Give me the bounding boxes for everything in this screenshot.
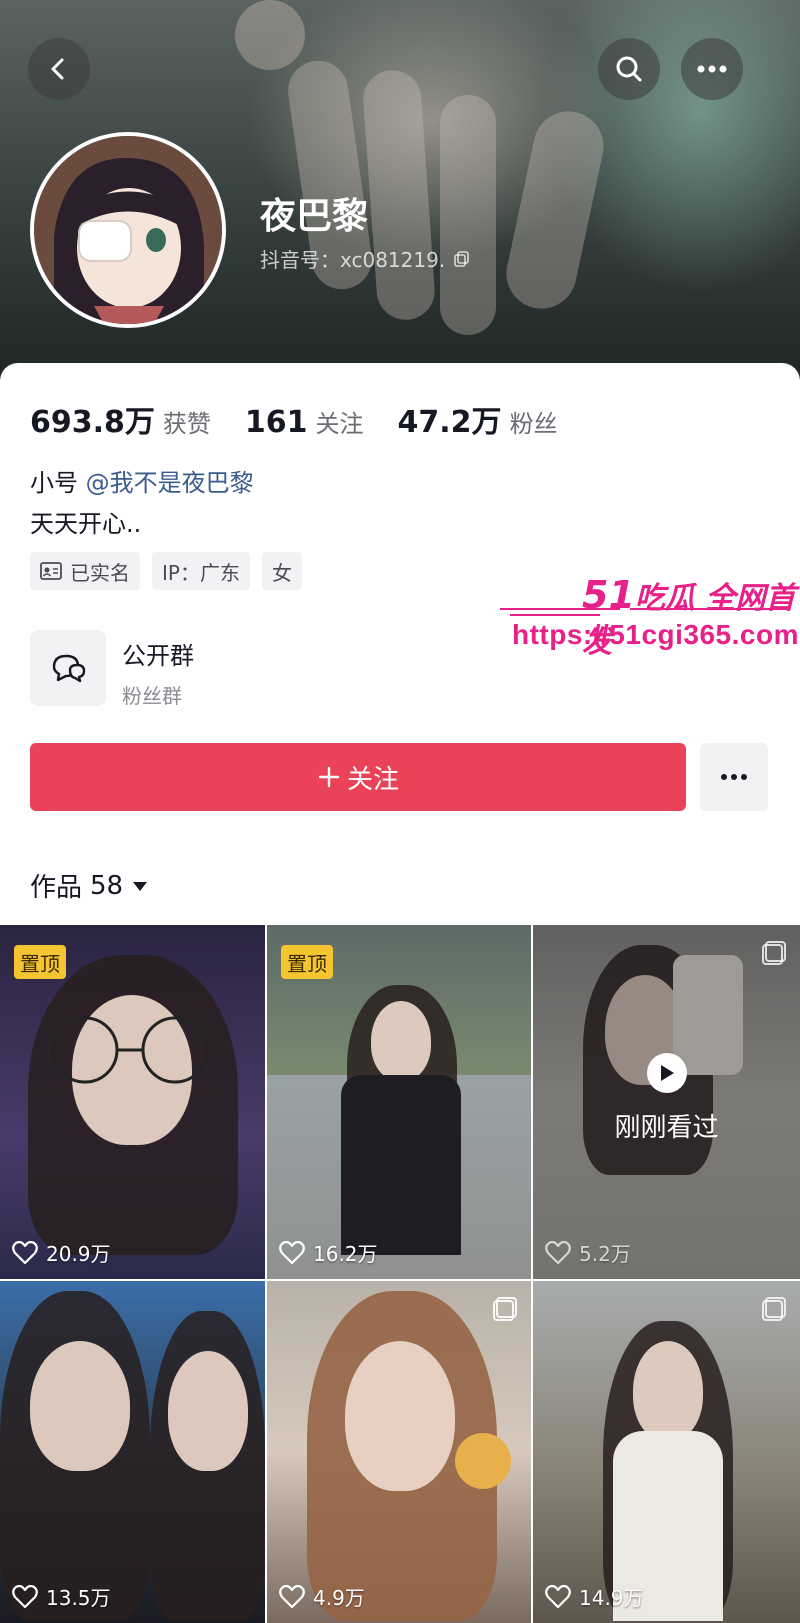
thumbnail-photo (341, 1075, 461, 1255)
pinned-badge: 置顶 (281, 945, 333, 979)
cover-photo-detail (499, 104, 611, 316)
watermark-url: https://51cgi365.com (512, 619, 799, 650)
heart-icon (279, 1584, 305, 1608)
plus-icon (318, 766, 340, 788)
thumbnail-photo (633, 1341, 703, 1441)
thumbnail-photo (168, 1351, 248, 1471)
mention-link[interactable]: @我不是夜巴黎 (86, 469, 254, 497)
follow-button[interactable]: 关注 (30, 743, 686, 811)
chevron-left-icon (51, 58, 64, 80)
video-thumbnail[interactable]: 14.9万 (533, 1281, 800, 1623)
id-card-icon (40, 562, 62, 580)
video-thumbnail[interactable]: 置顶 20.9万 (0, 925, 265, 1279)
bio-line-1: 小号 @我不是夜巴黎 (30, 463, 254, 498)
video-thumbnail[interactable]: 置顶 16.2万 (267, 925, 531, 1279)
like-count-text: 16.2万 (313, 1242, 378, 1266)
heart-icon (12, 1584, 38, 1608)
works-label: 作品 (30, 873, 83, 903)
recently-watched-label: 刚刚看过 (614, 1113, 719, 1143)
like-count: 13.5万 (12, 1582, 111, 1611)
like-count-text: 14.9万 (579, 1586, 644, 1610)
watermark-decoration (500, 608, 790, 616)
like-count: 4.9万 (279, 1582, 365, 1611)
fan-group-title[interactable]: 公开群 (122, 636, 194, 671)
fan-group-icon-box[interactable] (30, 630, 106, 706)
like-count: 14.9万 (545, 1582, 644, 1611)
profile-name: 夜巴黎 (260, 196, 369, 237)
tag-gender: 女 (261, 552, 302, 590)
like-count-text: 5.2万 (579, 1242, 631, 1266)
thumbnail-photo (371, 1001, 431, 1081)
douyin-id-text: 抖音号：xc081219. (260, 248, 446, 272)
profile-stats: 693.8万 获赞 161 关注 47.2万 粉丝 (30, 397, 592, 441)
more-actions-button[interactable] (700, 743, 768, 811)
heart-icon (12, 1240, 38, 1264)
cover-photo-detail (440, 95, 496, 335)
video-thumbnail[interactable]: 13.5万 (0, 1281, 265, 1623)
profile-tags: 已实名 IP：广东 女 (30, 552, 302, 590)
heart-icon (279, 1240, 305, 1264)
following-count[interactable]: 161 (245, 405, 308, 440)
multi-image-icon (762, 1297, 786, 1321)
cover-photo-detail (361, 68, 437, 322)
heart-icon (545, 1240, 571, 1264)
video-grid: 置顶 20.9万 置顶 16.2万 刚刚看过 5.2万 13.5万 4.9万 1… (0, 925, 800, 1623)
tag-verified: 已实名 (30, 552, 140, 590)
bio-prefix: 小号 (30, 469, 78, 497)
thumbnail-photo (455, 1433, 511, 1489)
works-count: 58 (90, 870, 124, 901)
likes-count: 693.8万 (30, 405, 155, 440)
copy-icon[interactable] (453, 250, 471, 268)
recently-watched: 刚刚看过 (533, 1053, 800, 1144)
search-icon (616, 56, 642, 82)
following-label[interactable]: 关注 (316, 404, 364, 439)
tag-gender-label: 女 (271, 560, 292, 585)
multi-image-icon (493, 1297, 517, 1321)
multi-image-icon (762, 941, 786, 965)
tag-ip-location: IP：广东 (152, 552, 250, 590)
likes-label: 获赞 (162, 410, 211, 438)
thumbnail-photo (345, 1341, 455, 1491)
like-count-text: 13.5万 (46, 1586, 111, 1610)
pinned-badge: 置顶 (14, 945, 66, 979)
caret-down-icon (133, 881, 148, 891)
works-tab[interactable]: 作品 58 (30, 867, 149, 904)
heart-icon (545, 1584, 571, 1608)
bio-line-2: 天天开心.. (30, 510, 142, 538)
like-count: 20.9万 (12, 1238, 111, 1267)
thumbnail-photo (30, 1341, 130, 1471)
chat-bubbles-icon (52, 654, 86, 683)
followers-label[interactable]: 粉丝 (510, 404, 558, 439)
douyin-id[interactable]: 抖音号：xc081219. (260, 244, 471, 273)
cat-glasses-overlay (51, 1016, 209, 1084)
tag-verified-label: 已实名 (70, 560, 130, 585)
avatar-illustration (34, 136, 222, 324)
cover-photo-detail (235, 0, 305, 70)
more-options-button[interactable] (681, 38, 743, 100)
fan-group-subtitle: 粉丝群 (122, 684, 182, 708)
like-count: 16.2万 (279, 1238, 378, 1267)
avatar[interactable] (30, 132, 226, 328)
video-thumbnail[interactable]: 刚刚看过 5.2万 (533, 925, 800, 1279)
more-dots-icon (697, 65, 727, 73)
more-dots-icon (721, 774, 747, 780)
search-button[interactable] (598, 38, 660, 100)
back-button[interactable] (28, 38, 90, 100)
video-thumbnail[interactable]: 4.9万 (267, 1281, 531, 1623)
tag-ip-label: IP：广东 (162, 560, 240, 585)
like-count-text: 20.9万 (46, 1242, 111, 1266)
like-count-text: 4.9万 (313, 1586, 365, 1610)
follow-button-label: 关注 (346, 764, 399, 795)
play-icon (646, 1053, 687, 1093)
like-count: 5.2万 (545, 1238, 631, 1267)
followers-count[interactable]: 47.2万 (398, 397, 502, 441)
